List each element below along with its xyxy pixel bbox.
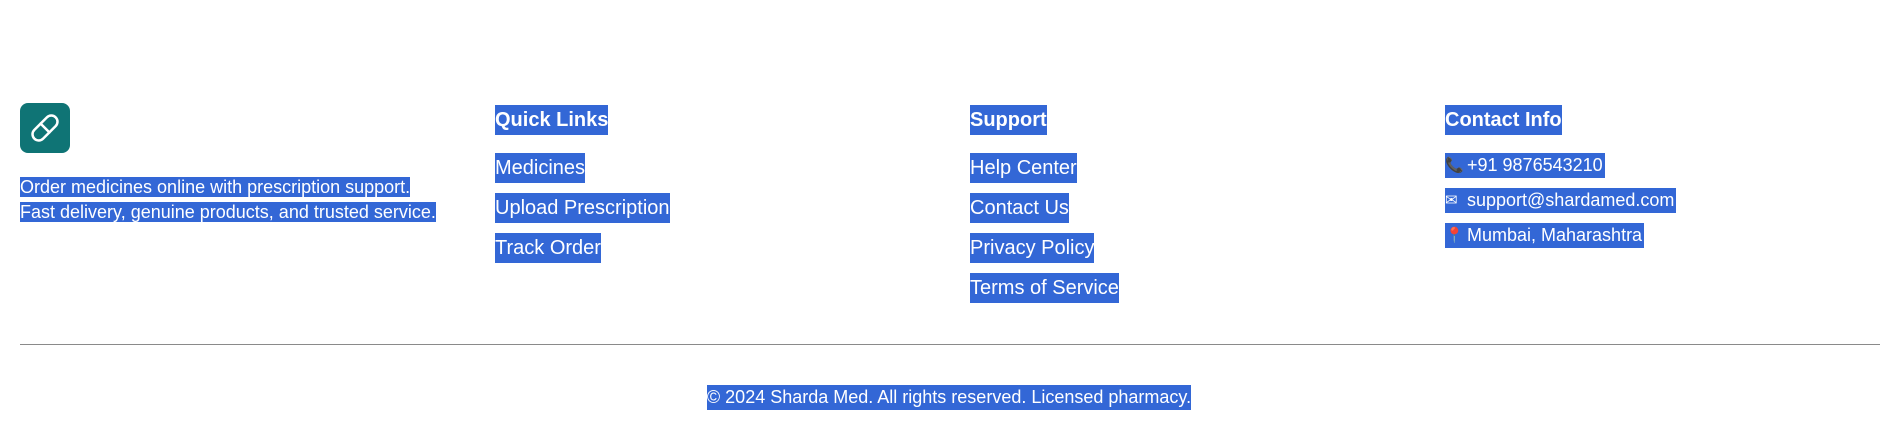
list-item: Track Order: [495, 233, 670, 263]
quick-links-list: Medicines Upload Prescription Track Orde…: [495, 153, 670, 263]
support-heading: Support: [970, 105, 1047, 135]
contact-phone-text: +91 9876543210: [1467, 155, 1603, 175]
contact-column: Contact Info 📞 +91 9876543210 ✉ support@…: [1445, 103, 1677, 258]
logo[interactable]: [20, 103, 70, 153]
footer-divider: [20, 344, 1880, 345]
link-medicines[interactable]: Medicines: [495, 153, 586, 183]
brand-description-text: Order medicines online with prescription…: [20, 177, 436, 222]
email-icon: ✉: [1445, 192, 1458, 209]
list-item: Contact Us: [970, 193, 1119, 223]
quick-links-heading: Quick Links: [495, 105, 609, 135]
support-column: Support Help Center Contact Us Privacy P…: [970, 103, 1119, 313]
list-item: Terms of Service: [970, 273, 1119, 303]
list-item: Privacy Policy: [970, 233, 1119, 263]
phone-icon: 📞: [1445, 157, 1464, 174]
contact-heading: Contact Info: [1445, 105, 1562, 135]
contact-email-text: support@shardamed.com: [1467, 190, 1675, 210]
contact-location-text: Mumbai, Maharashtra: [1467, 225, 1643, 245]
contact-email[interactable]: ✉ support@shardamed.com: [1445, 188, 1677, 213]
list-item: 📞 +91 9876543210: [1445, 153, 1676, 178]
link-privacy-policy[interactable]: Privacy Policy: [970, 233, 1095, 263]
pill-icon: [30, 113, 60, 143]
brand-column: Order medicines online with prescription…: [20, 103, 470, 225]
copyright-bar: © 2024 Sharda Med. All rights reserved. …: [0, 385, 1898, 410]
list-item: Medicines: [495, 153, 670, 183]
list-item: Upload Prescription: [495, 193, 670, 223]
link-help-center[interactable]: Help Center: [970, 153, 1077, 183]
quick-links-column: Quick Links Medicines Upload Prescriptio…: [495, 103, 670, 273]
list-item: ✉ support@shardamed.com: [1445, 188, 1677, 213]
copyright-text: © 2024 Sharda Med. All rights reserved. …: [706, 385, 1192, 410]
brand-description: Order medicines online with prescription…: [20, 175, 450, 225]
site-footer: Order medicines online with prescription…: [0, 0, 1898, 446]
link-upload-prescription[interactable]: Upload Prescription: [495, 193, 670, 223]
link-terms-of-service[interactable]: Terms of Service: [970, 273, 1119, 303]
list-item: 📍 Mumbai, Maharashtra: [1445, 223, 1676, 248]
location-pin-icon: 📍: [1445, 227, 1464, 244]
list-item: Help Center: [970, 153, 1119, 183]
support-links-list: Help Center Contact Us Privacy Policy Te…: [970, 153, 1119, 303]
link-contact-us[interactable]: Contact Us: [970, 193, 1069, 223]
link-track-order[interactable]: Track Order: [495, 233, 601, 263]
contact-location: 📍 Mumbai, Maharashtra: [1445, 223, 1645, 248]
contact-phone[interactable]: 📞 +91 9876543210: [1445, 153, 1605, 178]
contact-list: 📞 +91 9876543210 ✉ support@shardamed.com…: [1445, 153, 1677, 248]
